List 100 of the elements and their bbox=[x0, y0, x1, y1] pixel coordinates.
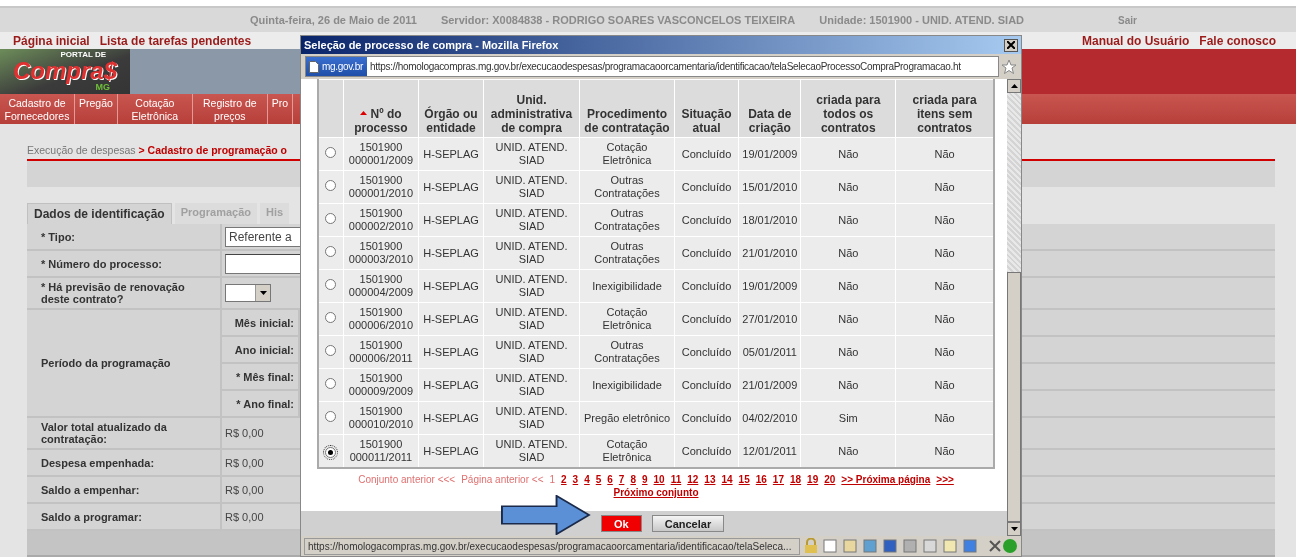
url-text: https://homologacompras.mg.gov.br/execucaodespesas/programacaoorcamentaria/identificacao/telaSelecaoProcessoCompraProgramacao.ht bbox=[370, 61, 961, 72]
radio-button[interactable] bbox=[325, 147, 337, 158]
page-link[interactable]: 19 bbox=[807, 473, 819, 486]
nav-tab[interactable]: Cadastro de Fornecedores bbox=[0, 94, 75, 124]
scrollbar[interactable] bbox=[1007, 79, 1021, 536]
table-cell: Concluído bbox=[674, 368, 739, 402]
field-label: Saldo a empenhar: bbox=[27, 477, 222, 504]
nav-tab[interactable]: Pro bbox=[267, 94, 294, 124]
radio-button[interactable] bbox=[325, 446, 337, 458]
nav-link[interactable]: Lista de tarefas pendentes bbox=[99, 33, 252, 48]
table-cell: Não bbox=[895, 302, 994, 336]
radio-button[interactable] bbox=[325, 312, 337, 323]
url-field[interactable]: mg.gov.br https://homologacompras.mg.gov.br/execucaodespesas/programacaoorcamentaria/identificacao/telaSelecaoProcessoCompraProgramacao.ht bbox=[305, 56, 999, 77]
page-link[interactable]: 10 bbox=[653, 473, 665, 486]
table-cell: 19/01/2009 bbox=[738, 137, 801, 171]
page-link[interactable]: 14 bbox=[721, 473, 733, 486]
table-cell: Não bbox=[800, 335, 896, 369]
radio-button[interactable] bbox=[325, 180, 337, 191]
page-link[interactable]: 12 bbox=[687, 473, 699, 486]
dropdown-field[interactable] bbox=[225, 284, 271, 302]
radio-button[interactable] bbox=[325, 345, 337, 356]
field-label: Período da programação bbox=[27, 310, 222, 418]
table-cell: 19/01/2009 bbox=[738, 269, 801, 303]
page-link[interactable]: 6 bbox=[607, 473, 613, 486]
table-cell: H-SEPLAG bbox=[418, 203, 484, 237]
pagination-link[interactable]: Próximo conjunto bbox=[613, 486, 699, 499]
caret-icon bbox=[259, 291, 267, 295]
toolbar-icons-drawing[interactable] bbox=[822, 538, 1018, 554]
radio-button[interactable] bbox=[325, 279, 337, 290]
scroll-up-icon[interactable] bbox=[1010, 84, 1018, 88]
arrow-icon bbox=[501, 495, 591, 535]
table-cell: 27/01/2010 bbox=[738, 302, 801, 336]
page-link[interactable]: 9 bbox=[641, 473, 648, 486]
table-cell: UNID. ATEND. SIAD bbox=[483, 434, 580, 468]
help-link[interactable]: Fale conosco bbox=[1199, 33, 1276, 48]
table-cell: UNID. ATEND. SIAD bbox=[483, 236, 580, 270]
close-button[interactable] bbox=[1004, 38, 1018, 52]
page-link[interactable]: 18 bbox=[790, 473, 802, 486]
table-cell: H-SEPLAG bbox=[418, 335, 484, 369]
breadcrumb-current: > Cadastro de programação o bbox=[138, 144, 287, 156]
table-cell: Não bbox=[895, 170, 994, 204]
table-cell: H-SEPLAG bbox=[418, 137, 484, 171]
page-link[interactable]: 7 bbox=[618, 473, 625, 486]
status-url: https://homologacompras.mg.gov.br/execucaodespesas/programacaoorcamentaria/identificacao/telaSeleca... bbox=[304, 537, 800, 555]
help-link[interactable]: Manual do Usuário bbox=[1081, 33, 1190, 48]
ok-button[interactable]: Ok bbox=[601, 515, 642, 532]
radio-button[interactable] bbox=[325, 246, 337, 257]
logo-region: MG bbox=[95, 83, 110, 93]
page-link[interactable]: 4 bbox=[584, 473, 590, 486]
table-cell: H-SEPLAG bbox=[418, 269, 484, 303]
breadcrumb-link[interactable]: Execução de despesas bbox=[27, 144, 136, 156]
table-cell: UNID. ATEND. SIAD bbox=[483, 203, 580, 237]
star-icon[interactable] bbox=[1001, 58, 1017, 75]
radio-button[interactable] bbox=[325, 213, 337, 224]
nav-tab[interactable]: Registro de preços bbox=[192, 94, 268, 124]
page-link[interactable]: 8 bbox=[630, 473, 636, 486]
pagination-link[interactable]: >> Próxima página bbox=[841, 473, 931, 486]
page-link[interactable]: 20 bbox=[824, 473, 836, 486]
table-cell: UNID. ATEND. SIAD bbox=[483, 401, 580, 435]
table-cell: Não bbox=[895, 335, 994, 369]
table-cell: UNID. ATEND. SIAD bbox=[483, 269, 580, 303]
field-label: Despesa empenhada: bbox=[27, 450, 222, 477]
page-link[interactable]: 15 bbox=[738, 473, 750, 486]
table-cell: 21/01/2009 bbox=[738, 368, 801, 402]
radio-button[interactable] bbox=[325, 411, 337, 422]
table-cell: H-SEPLAG bbox=[418, 401, 484, 435]
table-cell: Concluído bbox=[674, 302, 739, 336]
page-link[interactable]: 17 bbox=[772, 473, 784, 486]
cancel-button[interactable]: Cancelar bbox=[651, 515, 725, 532]
table-cell: Outras Contratações bbox=[579, 236, 675, 270]
column-header[interactable]: Nº do processo bbox=[343, 79, 419, 138]
field-label: * Há previsão de renovação deste contrato? bbox=[27, 278, 222, 310]
page-link[interactable]: 11 bbox=[670, 473, 682, 486]
table-cell: 1501900 000002/2010 bbox=[343, 203, 419, 237]
page-link[interactable]: 16 bbox=[755, 473, 767, 486]
table-cell: Não bbox=[800, 236, 896, 270]
pagination-link[interactable]: >>> bbox=[936, 473, 954, 486]
page-link[interactable]: 3 bbox=[572, 473, 579, 486]
table-cell: Não bbox=[800, 302, 896, 336]
nav-tab[interactable]: Pregão bbox=[75, 94, 118, 124]
table-cell: 15/01/2010 bbox=[738, 170, 801, 204]
tab[interactable]: Dados de identificação bbox=[27, 203, 172, 224]
table-cell: Cotação Eletrônica bbox=[579, 302, 675, 336]
nav-link[interactable]: Página inicial bbox=[13, 33, 90, 48]
table-cell: 12/01/2011 bbox=[738, 434, 801, 468]
column-header: Órgão ou entidade bbox=[418, 79, 484, 138]
nav-tab[interactable]: Cotação Eletrônica bbox=[117, 94, 193, 124]
table-cell: Concluído bbox=[674, 269, 739, 303]
table-cell: 1501900 000001/2009 bbox=[343, 137, 419, 171]
amount-value: R$ 0,00 bbox=[225, 456, 264, 469]
table-cell: Concluído bbox=[674, 137, 739, 171]
page-link[interactable]: 2 bbox=[561, 473, 567, 486]
page-link[interactable]: 5 bbox=[595, 473, 602, 486]
column-header: criada para todos os contratos bbox=[800, 79, 896, 138]
radio-button[interactable] bbox=[325, 378, 337, 389]
table-cell: 04/02/2010 bbox=[738, 401, 801, 435]
page-link[interactable]: 13 bbox=[704, 473, 716, 486]
table-cell: UNID. ATEND. SIAD bbox=[483, 335, 580, 369]
table-cell: Concluído bbox=[674, 236, 739, 270]
table-cell: Não bbox=[895, 368, 994, 402]
